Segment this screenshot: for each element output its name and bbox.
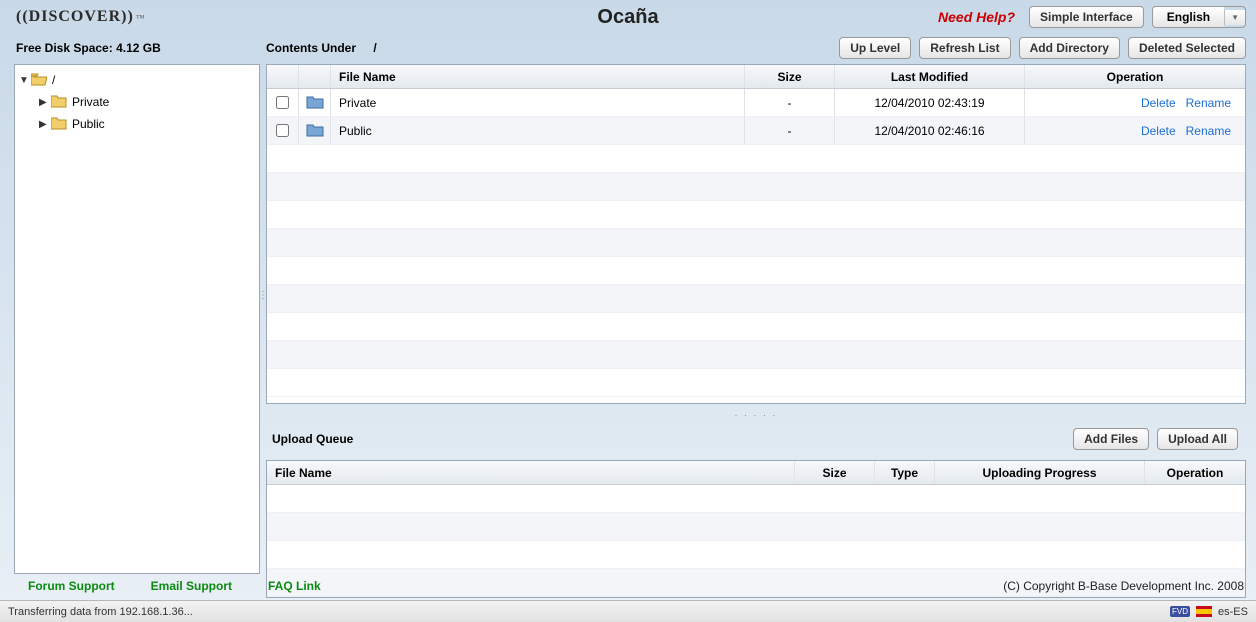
content-area: File Name Size Last Modified Operation P… — [266, 64, 1246, 574]
file-table-header: File Name Size Last Modified Operation — [267, 65, 1245, 89]
upload-all-button[interactable]: Upload All — [1157, 428, 1238, 450]
header-icon-col — [299, 65, 331, 88]
file-table-body: Private - 12/04/2010 02:43:19 Delete Ren… — [267, 89, 1245, 403]
folder-icon — [51, 95, 67, 109]
copyright-text: (C) Copyright B-Base Development Inc. 20… — [1003, 579, 1244, 593]
upload-queue-title: Upload Queue — [272, 432, 353, 446]
faq-link[interactable]: FAQ Link — [268, 579, 321, 593]
delete-link[interactable]: Delete — [1141, 124, 1176, 138]
table-row[interactable]: Private - 12/04/2010 02:43:19 Delete Ren… — [267, 89, 1245, 117]
language-value: English — [1153, 7, 1224, 27]
file-size: - — [745, 89, 835, 116]
top-right-controls: Need Help? Simple Interface English ▼ — [938, 6, 1246, 28]
file-list-panel: File Name Size Last Modified Operation P… — [266, 64, 1246, 404]
file-name: Private — [331, 89, 745, 116]
language-select[interactable]: English ▼ — [1152, 6, 1246, 28]
chevron-down-icon: ▼ — [1224, 10, 1245, 25]
locale-text: es-ES — [1218, 606, 1248, 618]
rename-link[interactable]: Rename — [1186, 96, 1231, 110]
add-directory-button[interactable]: Add Directory — [1019, 37, 1120, 59]
file-size: - — [745, 117, 835, 144]
folder-open-icon — [31, 73, 47, 87]
row-checkbox[interactable] — [276, 96, 289, 109]
header-modified[interactable]: Last Modified — [835, 65, 1025, 88]
main: ▼ / ▶ Private ▶ Public ⋮ — [0, 64, 1256, 574]
header-size[interactable]: Size — [745, 65, 835, 88]
footer: Forum Support Email Support FAQ Link (C)… — [0, 576, 1256, 596]
horizontal-splitter[interactable]: · · · · · — [266, 410, 1246, 418]
logo-trademark: ™ — [136, 13, 146, 23]
disk-space: Free Disk Space: 4.12 GB — [16, 41, 266, 55]
logo-text: ((DISCOVER)) — [16, 8, 134, 26]
expand-arrow-icon[interactable]: ▶ — [39, 119, 49, 130]
disk-space-value: 4.12 GB — [116, 41, 161, 55]
vertical-splitter[interactable]: ⋮ — [258, 294, 266, 344]
status-bar: Transferring data from 192.168.1.36... F… — [0, 600, 1256, 622]
header-operation: Operation — [1025, 65, 1245, 88]
uq-header-type[interactable]: Type — [875, 461, 935, 484]
tree-item-label: Private — [72, 95, 109, 109]
file-modified: 12/04/2010 02:43:19 — [835, 89, 1025, 116]
deleted-selected-button[interactable]: Deleted Selected — [1128, 37, 1246, 59]
breadcrumb: Contents Under / — [266, 41, 377, 55]
contents-under-label: Contents Under — [266, 41, 356, 55]
toolbar-buttons: Up Level Refresh List Add Directory Dele… — [839, 37, 1246, 59]
up-level-button[interactable]: Up Level — [839, 37, 911, 59]
tree-item-private[interactable]: ▶ Private — [19, 91, 255, 113]
tree-item-label: Public — [72, 117, 105, 131]
uq-header-filename[interactable]: File Name — [267, 461, 795, 484]
simple-interface-button[interactable]: Simple Interface — [1029, 6, 1144, 28]
flag-spain-icon — [1196, 606, 1212, 617]
uq-header-progress[interactable]: Uploading Progress — [935, 461, 1145, 484]
upload-table-header: File Name Size Type Uploading Progress O… — [267, 461, 1245, 485]
file-modified: 12/04/2010 02:46:16 — [835, 117, 1025, 144]
upload-queue-header: Upload Queue Add Files Upload All — [266, 424, 1246, 454]
file-name: Public — [331, 117, 745, 144]
page-title: Ocaña — [597, 6, 658, 29]
folder-tree: ▼ / ▶ Private ▶ Public — [14, 64, 260, 574]
top-bar: ((DISCOVER)) ™ Ocaña Need Help? Simple I… — [0, 0, 1256, 32]
email-support-link[interactable]: Email Support — [151, 579, 232, 593]
header-filename[interactable]: File Name — [331, 65, 745, 88]
header-checkbox-col — [267, 65, 299, 88]
tree-root[interactable]: ▼ / — [19, 69, 255, 91]
uq-header-operation: Operation — [1145, 461, 1245, 484]
table-row[interactable]: Public - 12/04/2010 02:46:16 Delete Rena… — [267, 117, 1245, 145]
folder-icon — [299, 89, 331, 116]
toolbar: Free Disk Space: 4.12 GB Contents Under … — [0, 32, 1256, 64]
need-help-link[interactable]: Need Help? — [938, 9, 1015, 25]
forum-support-link[interactable]: Forum Support — [28, 579, 115, 593]
disk-space-label: Free Disk Space: — [16, 41, 113, 55]
expand-arrow-icon[interactable]: ▶ — [39, 97, 49, 108]
delete-link[interactable]: Delete — [1141, 96, 1176, 110]
tree-item-public[interactable]: ▶ Public — [19, 113, 255, 135]
collapse-arrow-icon[interactable]: ▼ — [19, 75, 29, 86]
tree-root-label: / — [52, 73, 55, 87]
folder-icon — [51, 117, 67, 131]
status-text: Transferring data from 192.168.1.36... — [8, 606, 193, 618]
folder-icon — [299, 117, 331, 144]
badge-icon: FVD — [1170, 606, 1190, 617]
row-checkbox[interactable] — [276, 124, 289, 137]
current-path: / — [373, 41, 376, 55]
uq-header-size[interactable]: Size — [795, 461, 875, 484]
logo: ((DISCOVER)) ™ — [16, 8, 146, 26]
refresh-list-button[interactable]: Refresh List — [919, 37, 1010, 59]
rename-link[interactable]: Rename — [1186, 124, 1231, 138]
add-files-button[interactable]: Add Files — [1073, 428, 1149, 450]
